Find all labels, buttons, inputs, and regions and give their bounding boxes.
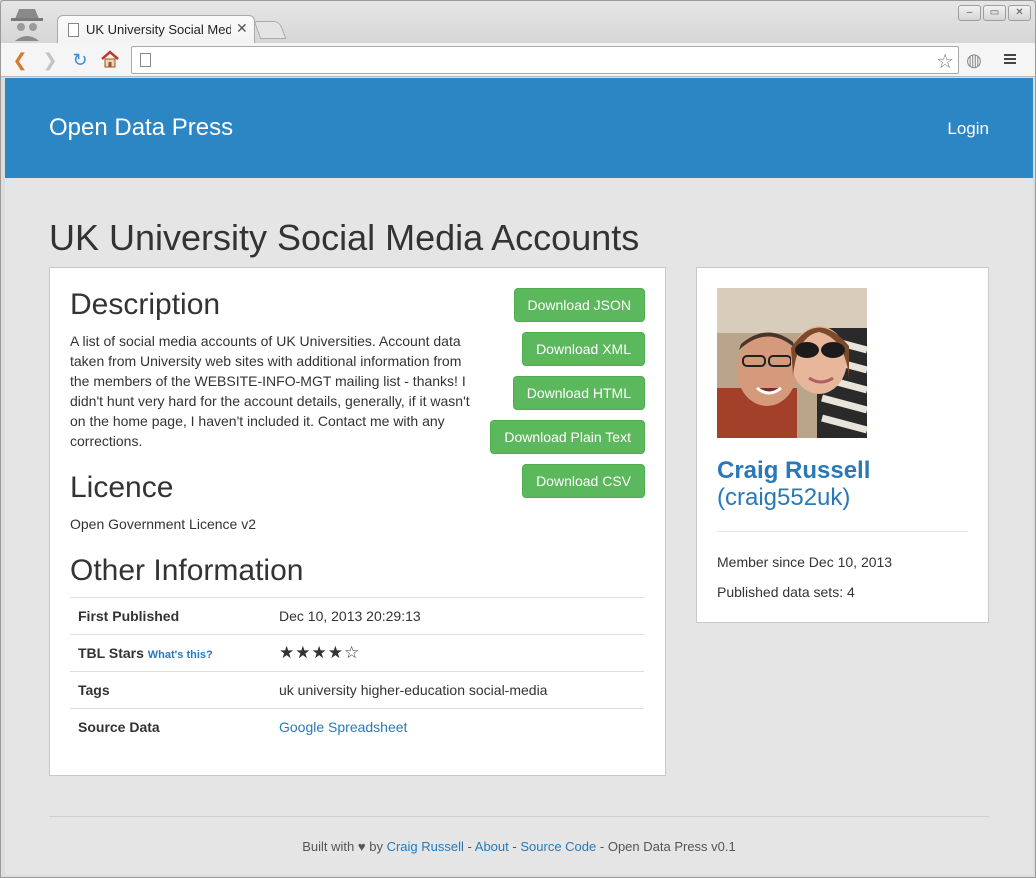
licence-heading: Licence — [70, 471, 174, 504]
new-tab-button[interactable] — [253, 21, 287, 39]
avatar[interactable] — [717, 288, 867, 438]
info-table: First Published Dec 10, 2013 20:29:13 TB… — [70, 597, 644, 746]
window-controls: ‒ ▭ ✕ — [958, 5, 1031, 21]
download-xml-button[interactable]: Download XML — [522, 332, 645, 366]
first-published-label: First Published — [70, 597, 271, 635]
footer-built-with: Built with — [302, 839, 355, 854]
page-icon — [140, 53, 151, 67]
tab-active[interactable]: UK University Social Media Accounts ✕ — [57, 15, 255, 45]
footer-by: by — [369, 839, 383, 854]
page-icon — [68, 23, 79, 37]
maximize-button[interactable]: ▭ — [983, 5, 1006, 21]
site-navbar: Open Data Press Login — [5, 78, 1033, 178]
star-rating-icon: ★★★★☆ — [279, 643, 361, 662]
divider — [717, 531, 968, 532]
description-text: A list of social media accounts of UK Un… — [70, 333, 470, 449]
table-row: Source Data Google Spreadsheet — [70, 708, 644, 746]
tab-title: UK University Social Media Accounts — [86, 22, 231, 37]
home-icon[interactable] — [99, 49, 121, 71]
footer-source-code-link[interactable]: Source Code — [520, 839, 596, 854]
reload-icon[interactable]: ↻ — [69, 49, 91, 71]
address-bar[interactable]: ☆ — [131, 46, 959, 74]
table-row: TBL Stars What's this? ★★★★☆ — [70, 634, 644, 672]
close-icon[interactable]: ✕ — [236, 20, 248, 37]
minimize-button[interactable]: ‒ — [958, 5, 981, 21]
browser-window: UK University Social Media Accounts ✕ ‒ … — [0, 0, 1036, 878]
source-data-label: Source Data — [70, 708, 271, 746]
forward-icon[interactable]: ❯ — [39, 49, 61, 71]
author-name-link[interactable]: Craig Russell — [717, 457, 870, 485]
browser-toolbar: ❮ ❯ ↻ ☆ ◍ — [1, 43, 1035, 77]
heart-icon: ♥ — [357, 839, 366, 854]
footer-separator: - — [467, 839, 472, 854]
member-since-text: Member since Dec 10, 2013 — [717, 554, 893, 570]
close-window-button[interactable]: ✕ — [1008, 5, 1031, 21]
table-row: Tags uk university higher-education soci… — [70, 671, 644, 709]
bookmark-star-icon[interactable]: ☆ — [936, 49, 954, 74]
other-information-heading: Other Information — [70, 554, 304, 587]
tbl-stars-cell: TBL Stars What's this? — [70, 634, 271, 672]
footer-divider — [49, 816, 989, 817]
tags-value: uk university higher-education social-me… — [271, 671, 644, 709]
back-icon[interactable]: ❮ — [9, 49, 31, 71]
menu-icon[interactable] — [999, 49, 1021, 71]
footer-author-link[interactable]: Craig Russell — [387, 839, 464, 854]
footer-about-link[interactable]: About — [475, 839, 509, 854]
table-row: First Published Dec 10, 2013 20:29:13 — [70, 597, 644, 635]
author-handle-link[interactable]: (craig552uk) — [717, 484, 850, 512]
footer-separator: - — [599, 839, 605, 854]
login-link[interactable]: Login — [947, 119, 989, 139]
published-count-text: Published data sets: 4 — [717, 584, 855, 600]
description-heading: Description — [70, 288, 221, 321]
download-plain-text-button[interactable]: Download Plain Text — [490, 420, 645, 454]
source-data-link[interactable]: Google Spreadsheet — [279, 719, 407, 735]
footer-separator: - — [512, 839, 517, 854]
licence-text: Open Government Licence v2 — [70, 516, 256, 532]
download-csv-button[interactable]: Download CSV — [522, 464, 645, 498]
dataset-panel: Description A list of social media accou… — [49, 267, 666, 776]
site-footer: Built with ♥ by Craig Russell - About - … — [5, 839, 1033, 854]
page-title: UK University Social Media Accounts — [49, 217, 640, 258]
tab-strip: UK University Social Media Accounts ✕ ‒ … — [1, 1, 1035, 45]
tags-label: Tags — [70, 671, 271, 709]
globe-icon[interactable]: ◍ — [963, 49, 985, 71]
author-panel: Craig Russell (craig552uk) Member since … — [696, 267, 989, 623]
download-html-button[interactable]: Download HTML — [512, 376, 645, 410]
whats-this-link[interactable]: What's this? — [148, 649, 213, 661]
incognito-icon — [7, 5, 47, 41]
tbl-stars-rating: ★★★★☆ — [271, 634, 644, 672]
site-brand[interactable]: Open Data Press — [49, 114, 233, 142]
source-data-cell: Google Spreadsheet — [271, 708, 644, 746]
tbl-stars-label: TBL Stars — [78, 645, 144, 661]
footer-version: Open Data Press v0.1 — [607, 839, 736, 854]
download-json-button[interactable]: Download JSON — [513, 288, 645, 322]
first-published-value: Dec 10, 2013 20:29:13 — [271, 597, 644, 635]
page-content: Open Data Press Login UK University Soci… — [5, 78, 1033, 875]
